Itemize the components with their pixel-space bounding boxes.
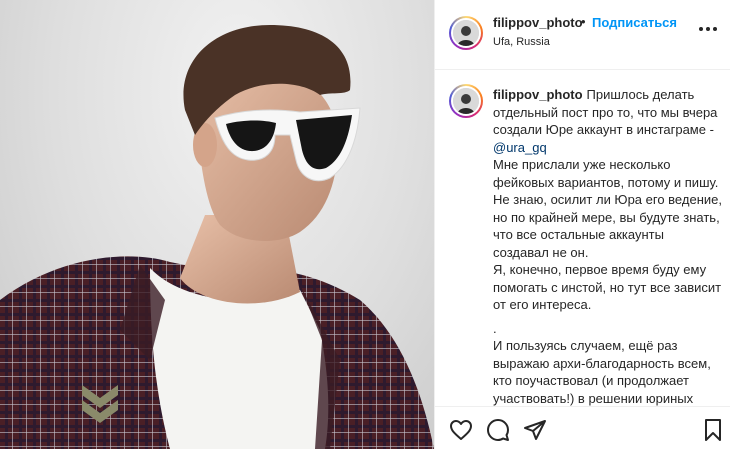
post-photo[interactable] <box>0 0 434 449</box>
caption-avatar[interactable] <box>449 84 483 118</box>
caption-paragraph: И пользуясь случаем, ещё раз выражаю арх… <box>493 338 711 406</box>
more-options-icon[interactable] <box>699 27 717 33</box>
header-username[interactable]: filippov_photo <box>493 15 583 30</box>
action-bar <box>435 406 730 449</box>
caption-username[interactable]: filippov_photo <box>493 87 583 102</box>
bookmark-icon[interactable] <box>701 418 725 442</box>
instagram-post: filippov_photo • Подписаться Ufa, Russia… <box>0 0 730 449</box>
caption-paragraph: . <box>493 320 497 336</box>
avatar-image <box>453 88 479 114</box>
avatar[interactable] <box>449 16 483 50</box>
heart-icon[interactable] <box>449 418 473 442</box>
mention-link[interactable]: @ura_gq <box>493 140 547 155</box>
avatar-image <box>453 20 479 46</box>
comment-icon[interactable] <box>486 418 510 442</box>
caption-paragraph: Я, конечно, первое время буду ему помога… <box>493 262 722 312</box>
post-side-panel: filippov_photo • Подписаться Ufa, Russia… <box>434 0 730 449</box>
separator-dot: • <box>581 14 586 29</box>
post-header: filippov_photo • Подписаться Ufa, Russia <box>435 0 730 70</box>
caption-paragraph: Мне прислали уже несколько фейковых вари… <box>493 157 719 190</box>
share-icon[interactable] <box>523 418 547 442</box>
portrait-photo <box>0 25 434 449</box>
location-link[interactable]: Ufa, Russia <box>493 36 550 48</box>
post-caption: filippov_photo Пришлось делать отдельный … <box>493 86 723 406</box>
caption-paragraph: Не знаю, осилит ли Юра его ведение, но п… <box>493 192 722 260</box>
follow-button[interactable]: Подписаться <box>592 15 677 30</box>
